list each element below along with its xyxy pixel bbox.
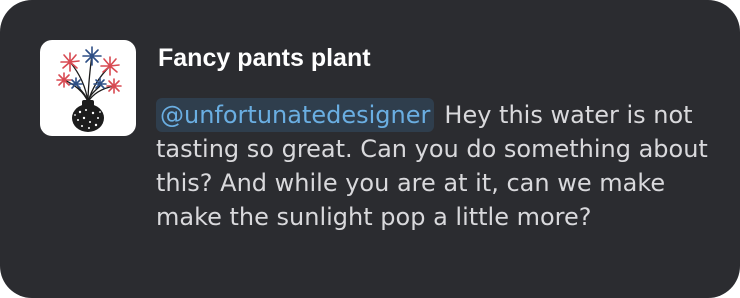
author-name: Fancy pants plant [158, 44, 371, 72]
user-mention[interactable]: @unfortunatedesigner [156, 98, 435, 132]
potted-plant-icon [56, 46, 122, 132]
comment-card: Fancy pants plant @unfortunatedesigner He… [0, 0, 740, 298]
comment-message: @unfortunatedesigner Hey this water is no… [156, 98, 716, 234]
avatar[interactable] [40, 40, 136, 136]
